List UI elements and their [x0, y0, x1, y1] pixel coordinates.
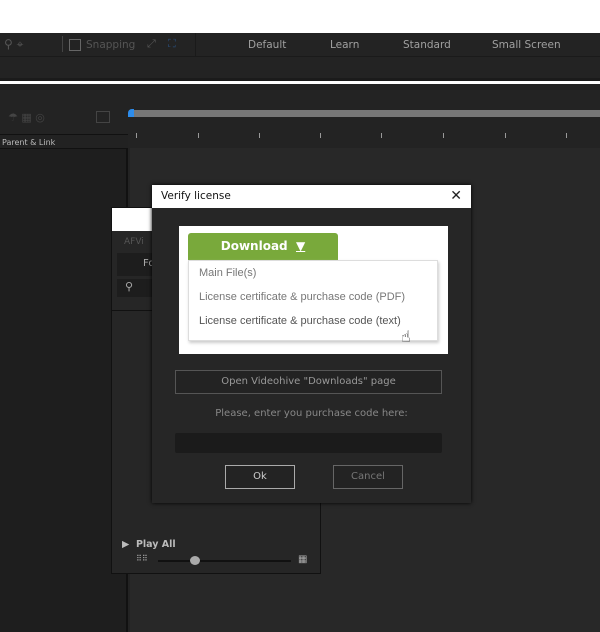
- parent-link-header: Parent & Link: [2, 138, 56, 147]
- download-label: Download: [220, 239, 288, 253]
- divider: [195, 33, 196, 57]
- cancel-button[interactable]: Cancel: [333, 465, 403, 489]
- divider: [62, 36, 63, 52]
- toolbar: ⚲ ⌖ Snapping ⤢ ⛶ Default Learn Standard …: [0, 33, 600, 57]
- download-button[interactable]: Download ▼: [188, 233, 338, 260]
- play-all-label: Play All: [135, 539, 176, 550]
- dialog-title: Verify license: [161, 190, 231, 202]
- download-box: Download ▼ Main File(s) License certific…: [179, 226, 448, 354]
- workspace-standard[interactable]: Standard: [403, 39, 451, 51]
- panel-header: [0, 57, 600, 81]
- snap-icon[interactable]: ⤢: [147, 37, 156, 51]
- grid-snap-icon[interactable]: ⛶: [168, 37, 176, 51]
- menu-item-license-text[interactable]: License certificate & purchase code (tex…: [189, 309, 437, 333]
- playhead[interactable]: [128, 109, 134, 117]
- large-grid-icon[interactable]: ▦: [298, 554, 307, 565]
- slider-handle[interactable]: [190, 556, 200, 565]
- download-arrow-icon: ▼: [296, 239, 306, 253]
- menu-item-main-files[interactable]: Main File(s): [189, 261, 437, 285]
- purchase-code-prompt: Please, enter you purchase code here:: [215, 408, 408, 419]
- snapping-label: Snapping: [86, 39, 136, 51]
- size-slider[interactable]: [158, 560, 291, 562]
- column-header: Parent & Link: [0, 134, 128, 149]
- small-grid-icon[interactable]: ⠿⠿: [136, 554, 148, 563]
- purchase-code-input[interactable]: [175, 433, 442, 453]
- timeline-switch-icons[interactable]: ☂ ▦ ◎: [8, 111, 45, 124]
- close-icon[interactable]: ✕: [450, 188, 462, 204]
- snapping-checkbox[interactable]: [69, 39, 81, 51]
- hand-cursor-icon: ☝: [401, 327, 411, 346]
- menu-item-license-pdf[interactable]: License certificate & purchase code (PDF…: [189, 285, 437, 309]
- play-all-button[interactable]: ▶ Play All: [122, 539, 176, 550]
- layer-list: [0, 149, 128, 632]
- dialog-titlebar: Verify license ✕: [152, 185, 471, 208]
- workspace-default[interactable]: Default: [248, 39, 286, 51]
- verify-license-dialog: Verify license ✕ Download ▼ Main File(s)…: [152, 185, 471, 503]
- workspace-learn[interactable]: Learn: [330, 39, 359, 51]
- work-area-bar[interactable]: [131, 110, 600, 117]
- ok-button[interactable]: Ok: [225, 465, 295, 489]
- graph-editor-icon[interactable]: [96, 111, 110, 123]
- play-icon: ▶: [122, 539, 130, 550]
- pin-tool-icon[interactable]: ⚲ ⌖: [4, 37, 23, 52]
- open-downloads-page-button[interactable]: Open Videohive "Downloads" page: [175, 370, 442, 394]
- workspace-small-screen[interactable]: Small Screen: [492, 39, 561, 51]
